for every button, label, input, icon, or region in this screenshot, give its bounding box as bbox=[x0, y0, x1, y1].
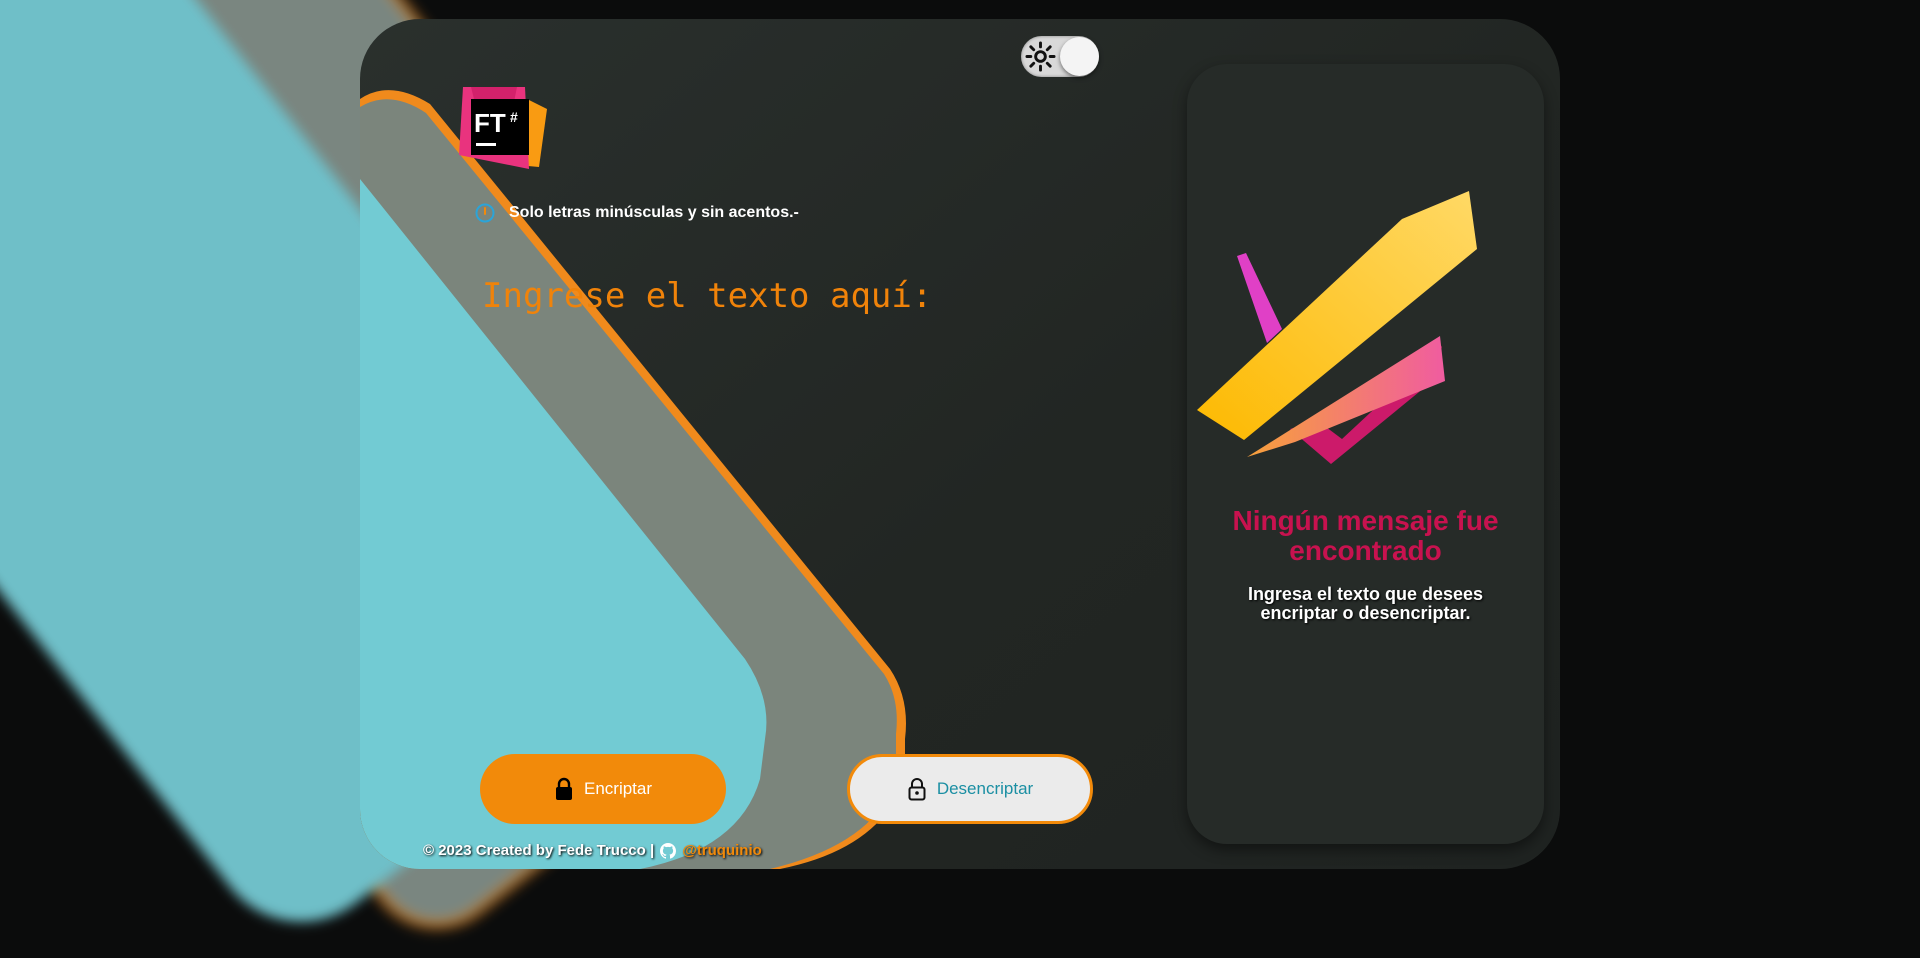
hint: Solo letras minúsculas y sin acentos.- bbox=[475, 203, 799, 223]
footer: © 2023 Created by Fede Trucco | @truquin… bbox=[423, 842, 762, 859]
ft-logo: FT # bbox=[459, 87, 547, 169]
footer-text: © 2023 Created by Fede Trucco | bbox=[423, 842, 655, 859]
result-title: Ningún mensaje fue encontrado bbox=[1232, 505, 1499, 566]
result-panel: Ningún mensaje fue encontrado Ingresa el… bbox=[1187, 64, 1544, 844]
sun-icon bbox=[1025, 41, 1056, 72]
encrypt-label: Encriptar bbox=[583, 779, 653, 798]
decrypt-button[interactable]: Desencriptar bbox=[847, 754, 1093, 824]
result-subtitle: Ingresa el texto que desees encriptar o … bbox=[1247, 584, 1484, 623]
svg-text:#: # bbox=[510, 109, 518, 125]
toggle-knob bbox=[1060, 37, 1099, 76]
text-input[interactable] bbox=[480, 274, 1044, 718]
github-icon bbox=[660, 842, 677, 859]
decrypt-label: Desencriptar bbox=[936, 779, 1034, 798]
theme-toggle[interactable] bbox=[1021, 36, 1099, 77]
hint-text: Solo letras minúsculas y sin acentos.- bbox=[509, 204, 799, 221]
encrypt-button[interactable]: Encriptar bbox=[480, 754, 726, 824]
info-icon bbox=[475, 203, 495, 223]
app-card: FT # Solo letras minúsculas y sin acento… bbox=[360, 19, 1560, 869]
lock-open-icon bbox=[908, 778, 926, 801]
svg-text:FT: FT bbox=[474, 108, 506, 138]
lock-closed-icon bbox=[555, 777, 572, 800]
github-link[interactable]: @truquinio bbox=[682, 842, 762, 859]
checkmark-illustration bbox=[1197, 191, 1477, 464]
